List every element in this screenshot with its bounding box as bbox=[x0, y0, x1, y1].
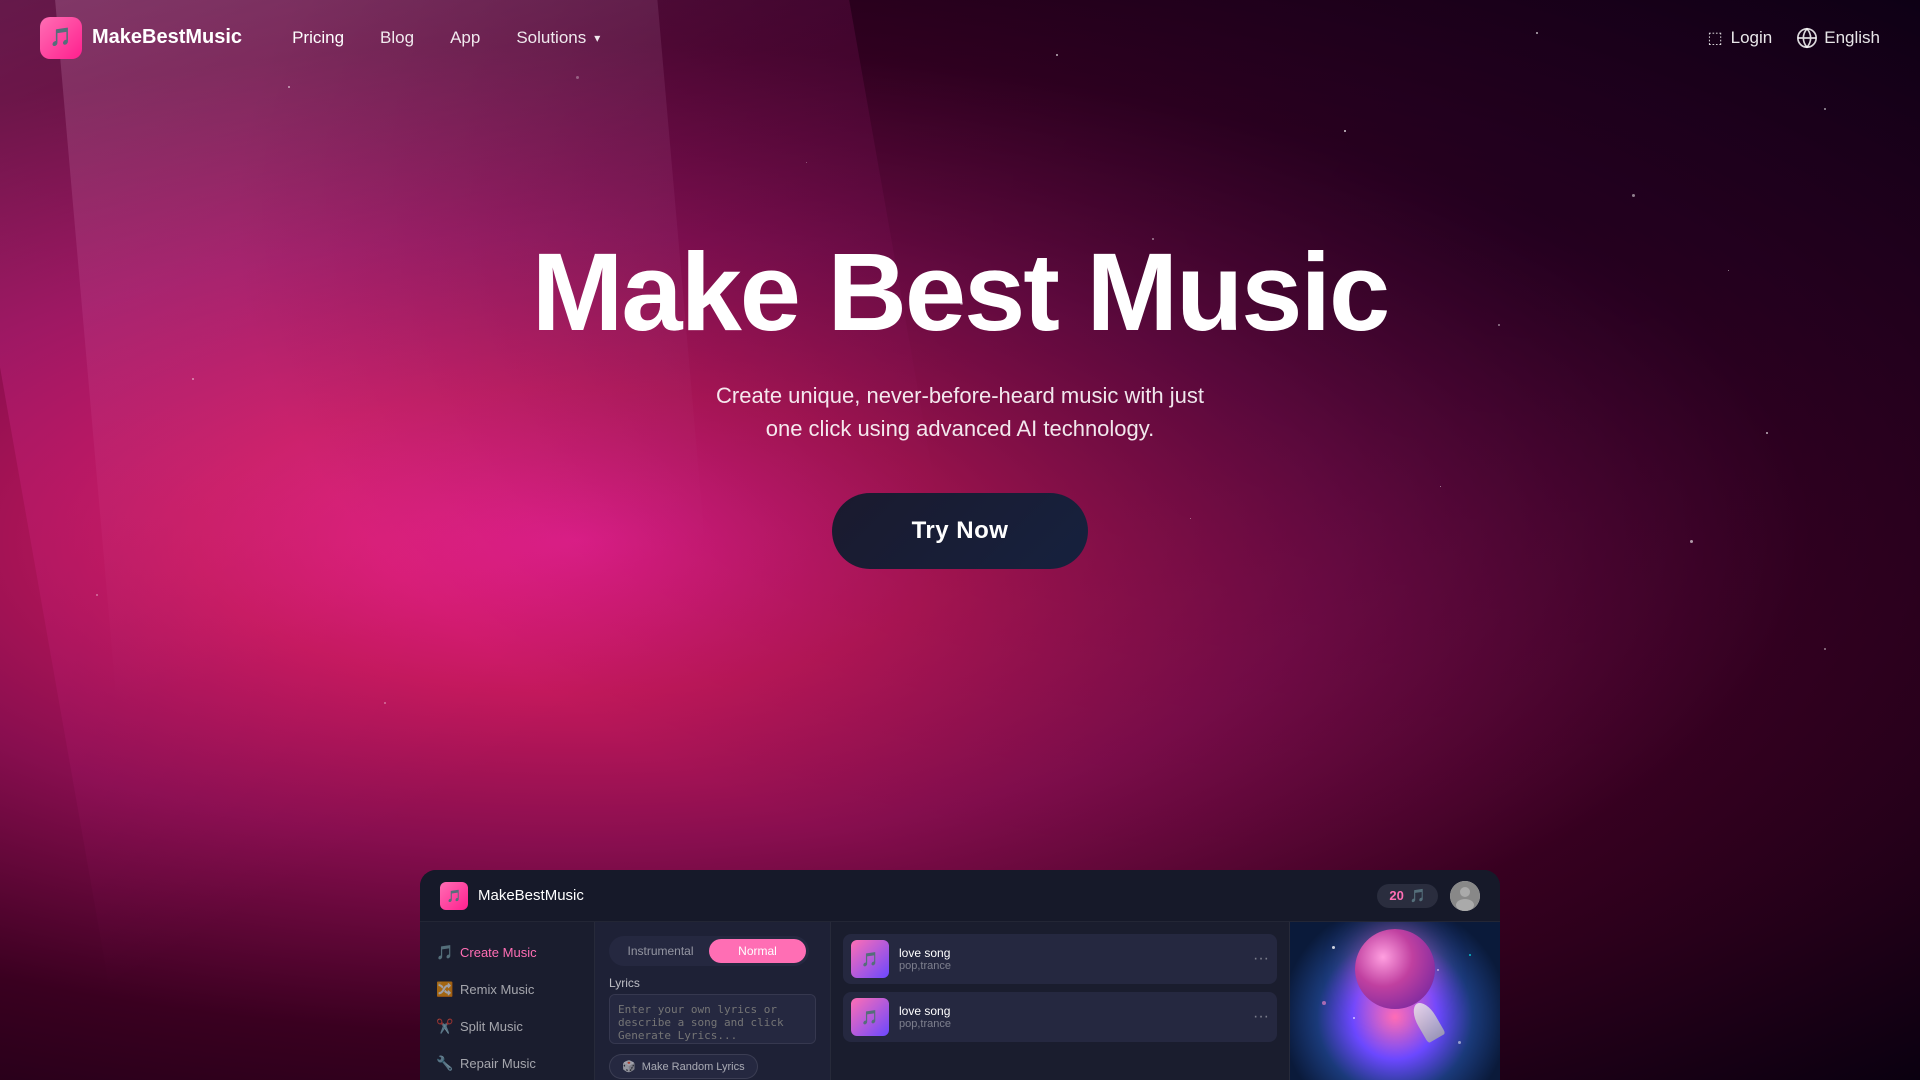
app-mockup: 🎵 MakeBestMusic 20 🎵 🎵 Create Music bbox=[420, 870, 1500, 1080]
make-random-lyrics-button[interactable]: 🎲 Make Random Lyrics bbox=[609, 1054, 758, 1079]
song-title-2: love song bbox=[899, 1004, 1243, 1018]
tab-instrumental[interactable]: Instrumental bbox=[612, 939, 709, 963]
hero-subtitle: Create unique, never-before-heard music … bbox=[710, 379, 1210, 445]
app-titlebar-right: 20 🎵 bbox=[1377, 881, 1480, 911]
credits-music-icon: 🎵 bbox=[1410, 888, 1426, 904]
login-icon: ⬚ bbox=[1708, 28, 1723, 48]
nav-logo[interactable]: 🎵 MakeBestMusic bbox=[40, 17, 242, 59]
lyrics-section: Lyrics bbox=[609, 976, 816, 1044]
sidebar-item-remix-music[interactable]: 🔀 Remix Music bbox=[420, 971, 594, 1008]
app-sidebar: 🎵 Create Music 🔀 Remix Music ✂️ Split Mu… bbox=[420, 922, 595, 1080]
hero-section: Make Best Music Create unique, never-bef… bbox=[0, 75, 1920, 569]
create-music-icon: 🎵 bbox=[436, 944, 452, 961]
song-menu-1[interactable]: ··· bbox=[1253, 950, 1269, 968]
chevron-down-icon: ▾ bbox=[594, 31, 600, 45]
song-genre-1: pop,trance bbox=[899, 960, 1243, 972]
song-item-2[interactable]: 🎵 love song pop,trance ··· bbox=[843, 992, 1277, 1042]
sidebar-item-create-music[interactable]: 🎵 Create Music bbox=[420, 934, 594, 971]
app-titlebar-logo: 🎵 MakeBestMusic bbox=[440, 882, 584, 910]
language-selector[interactable]: English bbox=[1796, 27, 1880, 49]
app-songs-panel: 🎵 love song pop,trance ··· 🎵 love song p… bbox=[830, 922, 1290, 1080]
logo-icon: 🎵 bbox=[40, 17, 82, 59]
nav-pricing[interactable]: Pricing bbox=[292, 28, 344, 48]
login-button[interactable]: ⬚ Login bbox=[1708, 28, 1773, 48]
app-name: MakeBestMusic bbox=[478, 887, 584, 904]
hero-title: Make Best Music bbox=[532, 235, 1388, 351]
song-title-1: love song bbox=[899, 946, 1243, 960]
try-now-button[interactable]: Try Now bbox=[832, 493, 1089, 569]
app-body: 🎵 Create Music 🔀 Remix Music ✂️ Split Mu… bbox=[420, 922, 1500, 1080]
globe-icon bbox=[1796, 27, 1818, 49]
credits-number: 20 bbox=[1389, 888, 1403, 903]
art-planet bbox=[1355, 929, 1435, 1009]
song-menu-2[interactable]: ··· bbox=[1253, 1008, 1269, 1026]
nav-app[interactable]: App bbox=[450, 28, 480, 48]
lyrics-textarea[interactable] bbox=[609, 994, 816, 1044]
lyrics-label: Lyrics bbox=[609, 976, 816, 990]
song-info-2: love song pop,trance bbox=[899, 1004, 1243, 1030]
mode-tabs: Instrumental Normal bbox=[609, 936, 809, 966]
nav-right: ⬚ Login English bbox=[1708, 27, 1881, 49]
song-item-1[interactable]: 🎵 love song pop,trance ··· bbox=[843, 934, 1277, 984]
app-art-panel bbox=[1290, 922, 1500, 1080]
sidebar-item-split-music[interactable]: ✂️ Split Music bbox=[420, 1008, 594, 1045]
app-titlebar: 🎵 MakeBestMusic 20 🎵 bbox=[420, 870, 1500, 922]
app-logo-icon: 🎵 bbox=[440, 882, 468, 910]
song-thumbnail-2: 🎵 bbox=[851, 998, 889, 1036]
art-image bbox=[1290, 922, 1500, 1080]
nav-blog[interactable]: Blog bbox=[380, 28, 414, 48]
remix-icon: 🔀 bbox=[436, 981, 452, 998]
logo-text: MakeBestMusic bbox=[92, 26, 242, 49]
tab-normal[interactable]: Normal bbox=[709, 939, 806, 963]
app-main-panel: Instrumental Normal Lyrics 🎲 Make Random… bbox=[595, 922, 830, 1080]
song-thumbnail-1: 🎵 bbox=[851, 940, 889, 978]
song-genre-2: pop,trance bbox=[899, 1018, 1243, 1030]
sidebar-item-repair-music[interactable]: 🔧 Repair Music bbox=[420, 1045, 594, 1080]
random-icon: 🎲 bbox=[622, 1060, 636, 1073]
credits-badge: 20 🎵 bbox=[1377, 884, 1438, 908]
split-icon: ✂️ bbox=[436, 1018, 452, 1035]
repair-icon: 🔧 bbox=[436, 1055, 452, 1072]
navbar: 🎵 MakeBestMusic Pricing Blog App Solutio… bbox=[0, 0, 1920, 75]
user-avatar[interactable] bbox=[1450, 881, 1480, 911]
song-info-1: love song pop,trance bbox=[899, 946, 1243, 972]
nav-links: Pricing Blog App Solutions ▾ bbox=[292, 28, 1707, 48]
nav-solutions[interactable]: Solutions ▾ bbox=[516, 28, 600, 48]
